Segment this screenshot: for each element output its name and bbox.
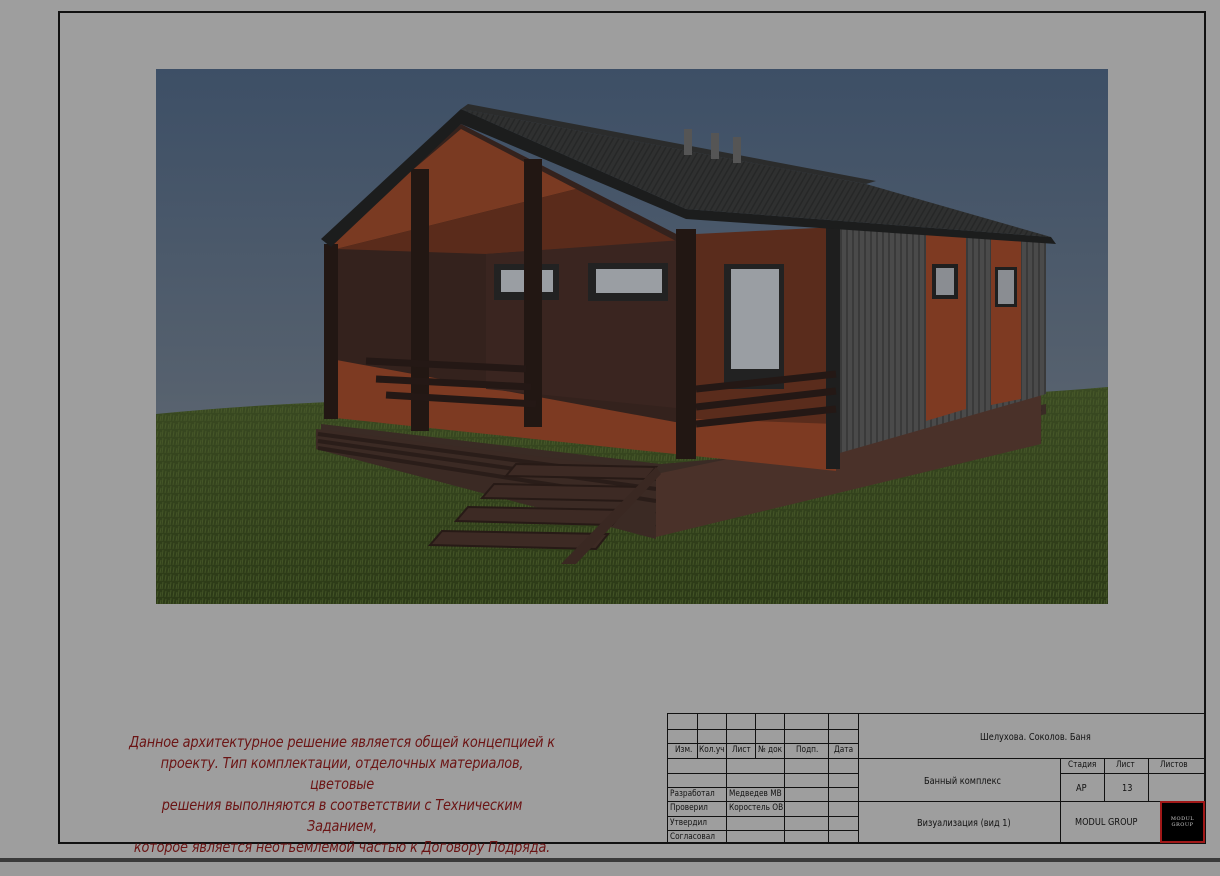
header-date: Дата bbox=[834, 745, 854, 755]
header-izm: Изм. bbox=[675, 745, 693, 755]
drawing-title-block: Изм. Кол.уч Лист № док Подп. Дата Разраб… bbox=[667, 713, 1206, 844]
role-agreed: Согласовал bbox=[670, 832, 715, 842]
note-line: которое является неотъемлемой частью к Д… bbox=[133, 838, 551, 856]
role-developer: Разработал bbox=[670, 789, 715, 799]
sheet-value: 13 bbox=[1122, 783, 1133, 794]
viewer-bottom-bar bbox=[0, 858, 1220, 876]
name-checker: Коростель ОВ bbox=[729, 803, 784, 813]
object-name: Банный комплекс bbox=[924, 776, 1002, 787]
house-render-image bbox=[156, 69, 1108, 604]
sheets-label: Листов bbox=[1160, 760, 1188, 770]
role-checker: Проверил bbox=[670, 803, 708, 813]
sheet-label: Лист bbox=[1116, 760, 1135, 770]
header-list: Лист bbox=[732, 745, 751, 755]
role-approver: Утвердил bbox=[670, 818, 707, 828]
company-name: MODUL GROUP bbox=[1075, 817, 1138, 828]
header-signature: Подп. bbox=[796, 745, 819, 755]
note-line: проекту. Тип комплектации, отделочных ма… bbox=[160, 754, 524, 793]
header-kol-uch: Кол.уч bbox=[699, 745, 725, 755]
concept-disclaimer-note: Данное архитектурное решение является об… bbox=[127, 732, 557, 858]
stage-label: Стадия bbox=[1068, 760, 1097, 770]
note-line: решения выполняются в соответствии с Тех… bbox=[161, 796, 523, 835]
note-line: Данное архитектурное решение является об… bbox=[129, 733, 555, 751]
project-name: Шелухова. Соколов. Баня bbox=[980, 732, 1091, 743]
name-developer: Медведев МВ bbox=[729, 789, 782, 799]
company-logo: MODUL GROUP bbox=[1160, 801, 1205, 843]
stage-value: АР bbox=[1076, 783, 1087, 794]
sheet-title: Визуализация (вид 1) bbox=[917, 818, 1011, 829]
header-doc-number: № док bbox=[758, 745, 783, 755]
company-logo-text: MODUL GROUP bbox=[1170, 816, 1195, 828]
